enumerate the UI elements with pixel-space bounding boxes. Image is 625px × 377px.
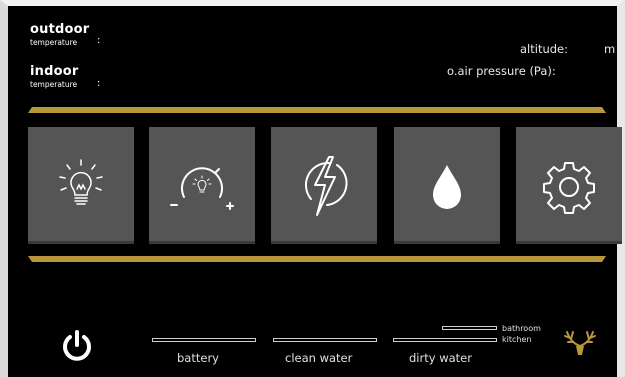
power-icon	[63, 330, 91, 361]
indoor-colon: :	[97, 78, 101, 89]
clean-water-bar	[273, 338, 377, 342]
bottom-gold-divider	[28, 256, 606, 262]
gear-icon	[543, 162, 595, 214]
water-drop-icon	[433, 165, 461, 209]
dirty-water-bar	[393, 338, 497, 342]
outdoor-temperature-label: temperature	[30, 38, 78, 47]
lightning-icon	[304, 156, 348, 216]
power-button[interactable]	[60, 328, 94, 366]
battery-bar	[152, 338, 256, 342]
settings-tile[interactable]	[516, 127, 622, 244]
water-tile[interactable]	[394, 127, 500, 244]
altitude-label: altitude:	[520, 42, 568, 56]
lights-tile[interactable]	[28, 127, 134, 244]
bathroom-bar	[442, 326, 497, 330]
kitchen-label: kitchen	[502, 335, 532, 344]
indoor-label: indoor	[30, 64, 79, 79]
battery-label: battery	[177, 351, 219, 365]
indoor-temperature-label: temperature	[30, 80, 78, 89]
light-bulb-icon	[59, 159, 103, 205]
dimmer-dial-icon	[170, 167, 234, 210]
power-tile[interactable]	[271, 127, 377, 244]
clean-water-label: clean water	[285, 351, 353, 365]
bathroom-label: bathroom	[502, 324, 541, 333]
dimmer-tile[interactable]	[149, 127, 255, 244]
outdoor-label: outdoor	[30, 22, 90, 37]
top-gold-divider	[28, 107, 606, 113]
dirty-water-label: dirty water	[409, 351, 472, 365]
outdoor-colon: :	[97, 35, 101, 46]
deer-antler-logo	[562, 328, 598, 362]
altitude-unit: m	[604, 42, 616, 56]
air-pressure-label: o.air pressure (Pa):	[447, 64, 556, 78]
